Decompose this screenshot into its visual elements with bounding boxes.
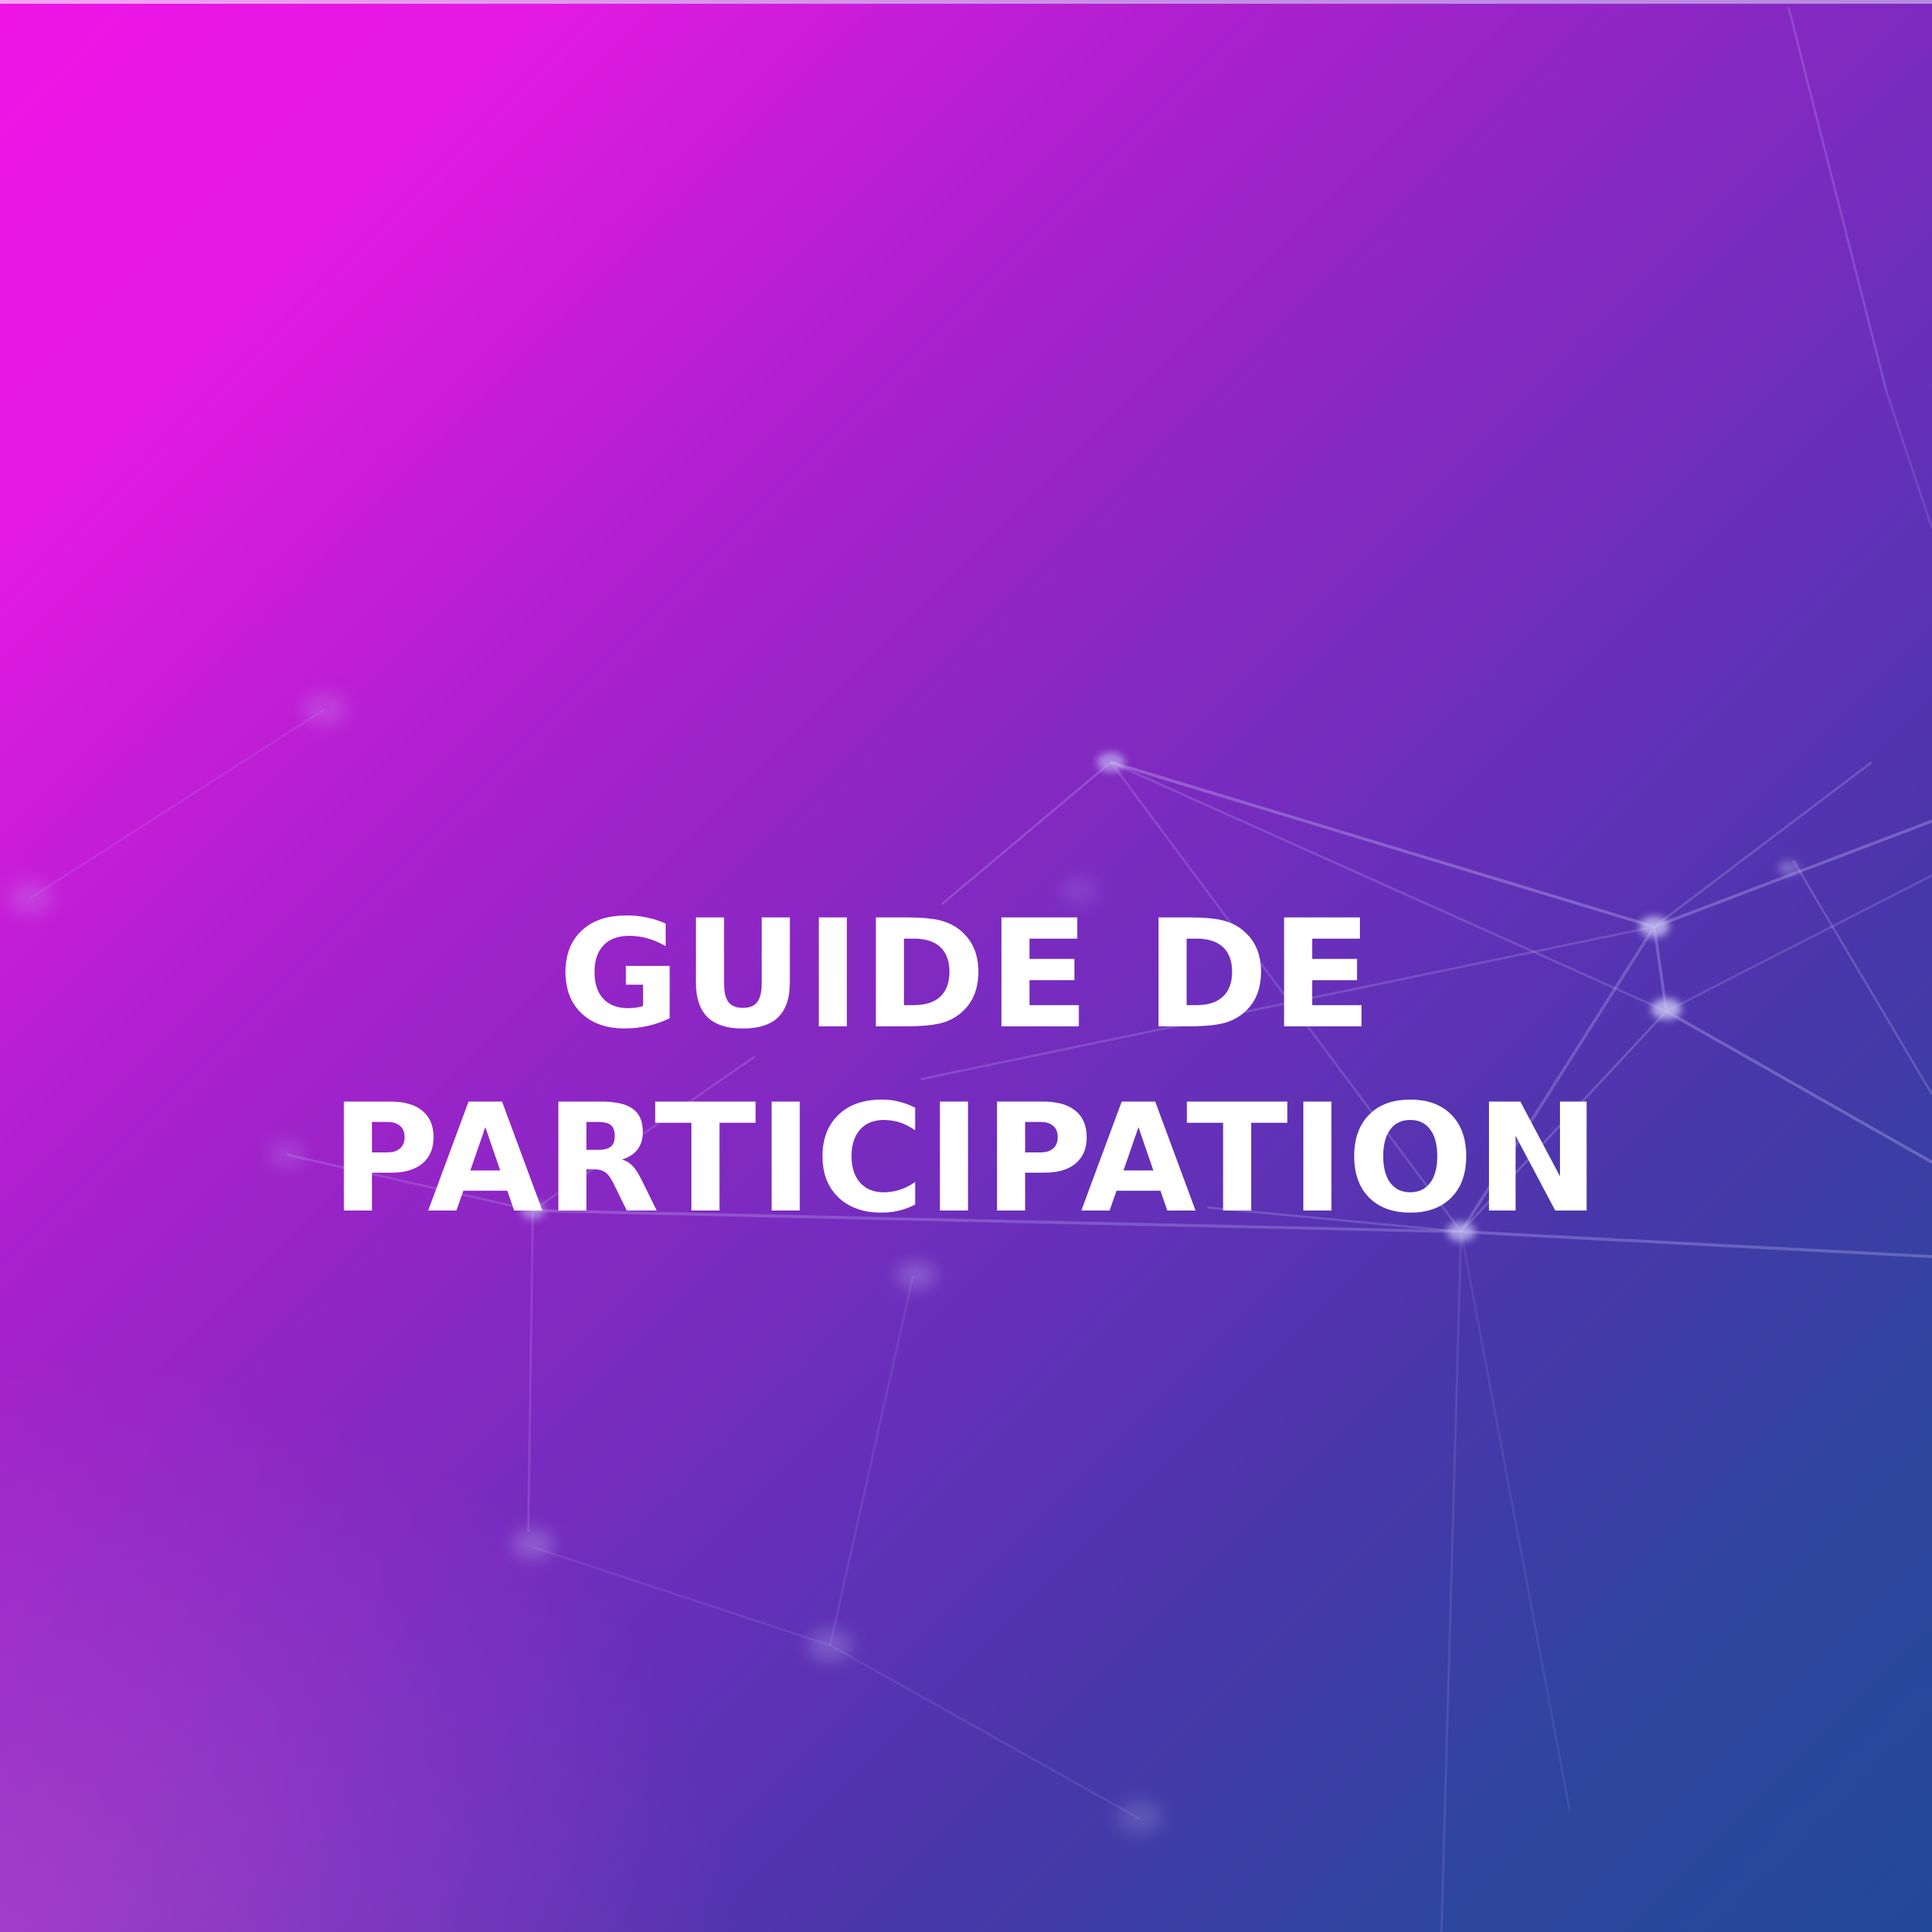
network-line [1460, 1231, 1571, 1812]
network-line [829, 1644, 1140, 1820]
network-line [29, 708, 325, 900]
cover-page: GUIDE DE PARTICIPATION [0, 0, 1932, 1932]
network-node [897, 1262, 936, 1289]
network-line [527, 1210, 534, 1533]
network-node [808, 1629, 853, 1662]
network-node [1097, 752, 1125, 772]
network-node [1117, 1801, 1162, 1834]
network-line [1885, 392, 1932, 529]
network-line [829, 1275, 915, 1646]
network-line [532, 1546, 831, 1647]
title-line-1: GUIDE DE [558, 888, 1374, 1062]
network-node [512, 1529, 554, 1559]
network-node [302, 693, 347, 726]
network-line [1440, 1231, 1463, 1932]
title-line-2: PARTICIPATION [330, 1072, 1602, 1246]
network-nodes [8, 693, 1799, 1834]
top-border-line [0, 0, 1932, 4]
network-line [1787, 7, 1888, 393]
network-node [1778, 860, 1799, 875]
guide-title: GUIDE DE PARTICIPATION [0, 883, 1932, 1251]
